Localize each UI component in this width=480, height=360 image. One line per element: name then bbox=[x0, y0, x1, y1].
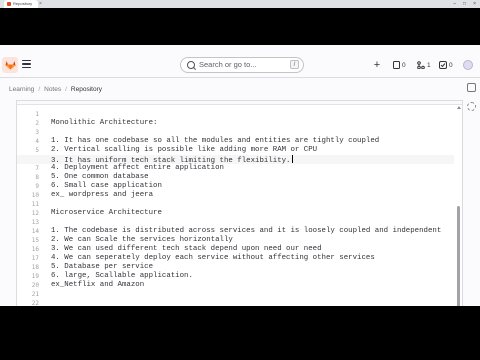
line-number: 2 bbox=[35, 120, 39, 127]
window-controls: – □ × bbox=[453, 0, 476, 8]
gitlab-logo[interactable] bbox=[2, 57, 18, 73]
line-number: 7 bbox=[35, 165, 39, 172]
breadcrumb: Learning / Notes / Repository bbox=[9, 84, 102, 94]
code-line[interactable]: ex_Netflix and Amazon bbox=[51, 281, 144, 290]
search-shortcut-key: / bbox=[290, 60, 299, 69]
scrollbar-thumb[interactable] bbox=[457, 206, 460, 306]
line-number: 1 bbox=[35, 111, 39, 118]
editor-scrollbar[interactable] bbox=[455, 105, 462, 306]
merge-requests-count: 0 bbox=[402, 61, 406, 69]
code-line-text: 6. Small case application bbox=[51, 182, 162, 190]
code-line[interactable]: 6. Small case application bbox=[51, 182, 162, 191]
code-line-text: 3. We can used different tech stack depe… bbox=[51, 245, 322, 253]
code-editor[interactable]: 1234567891011121314151617181920212223242… bbox=[16, 100, 463, 306]
line-number: 18 bbox=[31, 264, 39, 271]
todos-button[interactable]: 0 bbox=[439, 58, 453, 72]
line-number: 14 bbox=[31, 228, 39, 235]
line-number: 21 bbox=[31, 291, 39, 298]
code-line-text: ex_Netflix and Amazon bbox=[51, 281, 145, 289]
minimize-icon[interactable]: – bbox=[453, 1, 456, 7]
issues-button[interactable]: 1 bbox=[417, 58, 431, 72]
line-number: 13 bbox=[31, 219, 39, 226]
code-line[interactable]: 2. Vertical scalling is possible like ad… bbox=[51, 146, 317, 155]
code-line-text: 4. Deployment affect entire application bbox=[51, 164, 224, 172]
breadcrumb-item-repository[interactable]: Repository bbox=[71, 86, 102, 93]
search-icon bbox=[187, 61, 195, 69]
editor-top-bar bbox=[17, 101, 462, 105]
code-line-text: 1. The codebase is distributed across se… bbox=[51, 227, 442, 235]
search-input[interactable]: Search or go to... / bbox=[180, 57, 304, 73]
merge-request-icon bbox=[393, 61, 400, 69]
maximize-icon[interactable]: □ bbox=[463, 1, 466, 7]
line-number: 9 bbox=[35, 183, 39, 190]
code-line[interactable]: 3. We can used different tech stack depe… bbox=[51, 245, 322, 254]
code-line-text: 6. large, Scallable application. bbox=[51, 272, 193, 280]
breadcrumb-item-learning[interactable]: Learning bbox=[9, 86, 34, 93]
loading-spinner-icon bbox=[467, 102, 476, 111]
code-line-text: 1. It has one codebase so all the module… bbox=[51, 137, 380, 145]
page-viewport: Search or go to... / + 0 1 0 Learning / … bbox=[0, 45, 480, 306]
scroll-up-icon[interactable] bbox=[457, 106, 461, 109]
code-line-text: 5. One common database bbox=[51, 173, 149, 181]
line-number: 12 bbox=[31, 210, 39, 217]
code-line[interactable]: 4. Deployment affect entire application bbox=[51, 164, 224, 173]
merge-requests-button[interactable]: 0 bbox=[393, 58, 406, 72]
line-number: 3 bbox=[35, 129, 39, 136]
code-line[interactable]: 5. One common database bbox=[51, 173, 149, 182]
line-number: 22 bbox=[31, 300, 39, 306]
text-cursor bbox=[291, 155, 293, 163]
line-number-gutter: 1234567891011121314151617181920212223242… bbox=[17, 105, 43, 306]
breadcrumb-separator: / bbox=[65, 85, 67, 93]
gitlab-favicon-icon bbox=[7, 2, 11, 6]
issues-icon bbox=[417, 61, 425, 69]
line-number: 10 bbox=[31, 192, 39, 199]
code-line-text: Monolithic Architecture: bbox=[51, 119, 158, 127]
breadcrumb-item-notes[interactable]: Notes bbox=[44, 86, 61, 93]
issues-count: 1 bbox=[427, 61, 431, 69]
code-line[interactable]: 5. Database per service bbox=[51, 263, 153, 272]
top-header: Search or go to... / + 0 1 0 bbox=[0, 53, 480, 78]
breadcrumb-separator: / bbox=[38, 85, 41, 93]
code-line[interactable]: 3. It has uniform tech stack limiting th… bbox=[51, 155, 293, 165]
line-number: 8 bbox=[35, 174, 39, 181]
todos-count: 0 bbox=[449, 61, 453, 69]
browser-tab[interactable]: Repository bbox=[4, 0, 38, 8]
user-avatar[interactable] bbox=[463, 60, 473, 70]
line-number: 19 bbox=[31, 273, 39, 280]
code-line-text: 5. Database per service bbox=[51, 263, 154, 271]
line-number: 17 bbox=[31, 255, 39, 262]
collapse-panel-icon[interactable] bbox=[467, 83, 476, 92]
line-number: 20 bbox=[31, 282, 39, 289]
code-line[interactable]: Monolithic Architecture: bbox=[51, 119, 157, 128]
line-number: 5 bbox=[35, 147, 39, 154]
browser-tab-strip: Repository × – □ × bbox=[0, 0, 480, 8]
tab-close-icon[interactable]: × bbox=[39, 0, 42, 8]
todo-icon bbox=[439, 61, 447, 69]
browser-tab-title: Repository bbox=[13, 1, 33, 6]
code-line[interactable]: ex_ wordpress and jeera bbox=[51, 191, 153, 200]
code-line[interactable]: 4. We can seperately deploy each service… bbox=[51, 254, 375, 263]
code-line-text: 2. We can Scale the services horizontall… bbox=[51, 236, 233, 244]
code-line-text: Microservice Architecture bbox=[51, 209, 162, 217]
line-number: 11 bbox=[31, 201, 39, 208]
line-number: 15 bbox=[31, 237, 39, 244]
gitlab-tanuki-icon bbox=[5, 61, 15, 70]
code-line[interactable]: 6. large, Scallable application. bbox=[51, 272, 193, 281]
line-number: 16 bbox=[31, 246, 39, 253]
search-placeholder: Search or go to... bbox=[199, 60, 257, 69]
code-line-text: 2. Vertical scalling is possible like ad… bbox=[51, 146, 318, 154]
line-number: 4 bbox=[35, 138, 39, 145]
code-line[interactable]: 1. The codebase is distributed across se… bbox=[51, 227, 441, 236]
sidebar-toggle-icon[interactable] bbox=[22, 60, 31, 68]
plus-icon: + bbox=[373, 59, 381, 71]
code-line-text: ex_ wordpress and jeera bbox=[51, 191, 154, 199]
code-line[interactable]: 2. We can Scale the services horizontall… bbox=[51, 236, 233, 245]
code-line[interactable]: Microservice Architecture bbox=[51, 209, 162, 218]
close-window-icon[interactable]: × bbox=[473, 1, 476, 7]
code-line-text: 4. We can seperately deploy each service… bbox=[51, 254, 375, 262]
code-line[interactable]: 1. It has one codebase so all the module… bbox=[51, 137, 379, 146]
create-new-button[interactable]: + bbox=[371, 58, 383, 72]
